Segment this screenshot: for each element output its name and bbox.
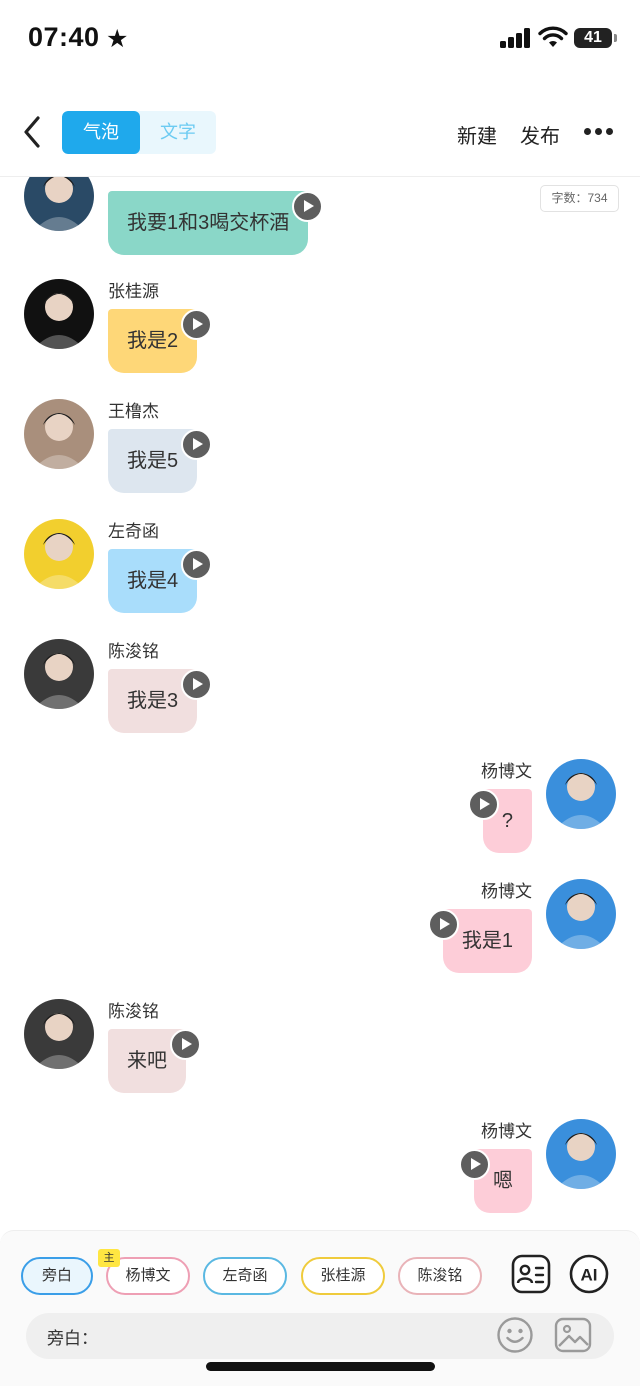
- avatar[interactable]: [546, 759, 616, 829]
- message-row[interactable]: 左奇函我是4: [0, 519, 640, 639]
- word-count-badge: 字数：734: [540, 185, 619, 212]
- cellular-signal-icon: [500, 28, 532, 48]
- more-icon[interactable]: [584, 128, 614, 136]
- avatar[interactable]: [24, 177, 94, 231]
- sender-name: 王橹杰: [108, 402, 159, 421]
- avatar[interactable]: [24, 279, 94, 349]
- message-input[interactable]: [96, 1319, 496, 1353]
- battery-icon: 41: [574, 28, 617, 48]
- sender-name: 杨博文: [481, 762, 532, 781]
- role-card-icon[interactable]: [511, 1254, 551, 1294]
- message-text: 我是4: [127, 570, 179, 592]
- avatar[interactable]: [24, 519, 94, 589]
- sender-name: 左奇函: [108, 522, 159, 541]
- message-row[interactable]: 杨博文嗯: [0, 1119, 640, 1230]
- status-time: 07:40: [28, 22, 100, 52]
- avatar[interactable]: [24, 399, 94, 469]
- message-bubble[interactable]: 来吧: [108, 1029, 201, 1093]
- star-icon: ★: [106, 25, 129, 53]
- message-row[interactable]: 陈浚铭我是3: [0, 639, 640, 759]
- avatar[interactable]: [546, 879, 616, 949]
- sender-name: 陈浚铭: [108, 642, 159, 661]
- sender-name: 杨博文: [481, 882, 532, 901]
- message-bubble[interactable]: 我是3: [108, 669, 213, 733]
- message-bubble[interactable]: 我是2: [108, 309, 213, 373]
- avatar[interactable]: [24, 999, 94, 1069]
- message-row[interactable]: 张桂源我是2: [0, 279, 640, 399]
- wifi-icon: [538, 26, 568, 47]
- back-chevron-icon[interactable]: [18, 114, 48, 150]
- message-row[interactable]: 杨博文我是1: [0, 879, 640, 999]
- avatar[interactable]: [546, 1119, 616, 1189]
- message-text: 我是1: [461, 930, 513, 952]
- role-chip[interactable]: 旁白: [21, 1257, 93, 1295]
- image-icon[interactable]: [553, 1316, 593, 1354]
- message-bubble[interactable]: 我是4: [108, 549, 213, 613]
- narration-input-row: 旁白：: [26, 1313, 614, 1359]
- message-text: ?: [501, 810, 513, 832]
- role-chip[interactable]: 陈浚铭: [398, 1257, 482, 1295]
- new-button[interactable]: 新建: [457, 120, 497, 149]
- play-audio-icon[interactable]: [459, 1149, 490, 1180]
- avatar[interactable]: [24, 639, 94, 709]
- play-audio-icon[interactable]: [181, 669, 213, 700]
- role-chip[interactable]: 左奇函: [203, 1257, 287, 1295]
- main-role-tag: 主: [98, 1249, 120, 1267]
- message-text: 我是5: [127, 450, 179, 472]
- play-audio-icon[interactable]: [181, 429, 213, 460]
- ai-button[interactable]: AI: [569, 1254, 609, 1294]
- play-audio-icon[interactable]: [170, 1029, 201, 1060]
- message-bubble[interactable]: 嗯: [459, 1149, 532, 1213]
- message-row[interactable]: 陈浚铭来吧: [0, 999, 640, 1119]
- message-text: 嗯: [493, 1170, 513, 1192]
- message-text: 我是2: [127, 330, 179, 352]
- status-bar: 07:40 ★ 41: [0, 0, 640, 78]
- sender-name: 陈浚铭: [108, 1002, 159, 1021]
- play-audio-icon[interactable]: [467, 789, 499, 820]
- message-bubble[interactable]: 我要1和3喝交杯酒: [108, 191, 324, 255]
- play-audio-icon[interactable]: [427, 909, 459, 940]
- chat-area[interactable]: 我要1和3喝交杯酒 张桂源 我是2 王橹杰 我是5 左奇函 我是4 陈浚铭 我是3 杨博文? 杨博文…: [0, 177, 640, 1230]
- message-bubble[interactable]: 我是5: [108, 429, 213, 493]
- role-chip[interactable]: 张桂源: [301, 1257, 385, 1295]
- play-audio-icon[interactable]: [292, 191, 324, 222]
- message-row[interactable]: 王橹杰我是5: [0, 399, 640, 519]
- emoji-icon[interactable]: [496, 1316, 534, 1354]
- message-bubble[interactable]: ?: [467, 789, 532, 853]
- message-bubble[interactable]: 我是1: [427, 909, 532, 973]
- play-audio-icon[interactable]: [181, 309, 213, 340]
- nav-bar: 气泡 文字 新建 发布: [0, 100, 640, 164]
- home-indicator: [206, 1362, 435, 1371]
- message-text: 我是3: [127, 690, 179, 712]
- message-text: 我要1和3喝交杯酒: [127, 212, 290, 234]
- message-row[interactable]: 杨博文?: [0, 759, 640, 879]
- tab-text[interactable]: 文字: [140, 111, 216, 154]
- sender-name: 杨博文: [481, 1122, 532, 1141]
- play-audio-icon[interactable]: [181, 549, 213, 580]
- message-text: 来吧: [127, 1050, 167, 1072]
- ai-label: AI: [581, 1266, 598, 1285]
- sender-name: 张桂源: [108, 282, 159, 301]
- mode-toggle: 气泡 文字: [62, 111, 216, 154]
- input-role-label: 旁白：: [47, 1329, 98, 1348]
- publish-button[interactable]: 发布: [520, 120, 560, 149]
- tab-bubble[interactable]: 气泡: [62, 111, 140, 154]
